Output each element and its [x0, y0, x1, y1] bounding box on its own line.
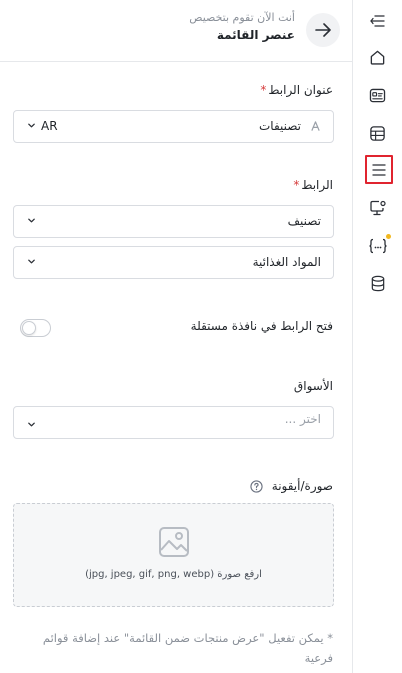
markets-placeholder: اختر ...	[284, 412, 321, 426]
text-icon	[311, 121, 320, 131]
panel-header: أنت الآن تقوم بتخصيص عنصر القائمة	[0, 0, 352, 62]
upload-hint: ارفع صورة (jpg, jpeg, gif, png, webp)	[85, 569, 262, 580]
markets-label: الأسواق	[293, 379, 333, 393]
link-title-input[interactable]: تصنيفات	[259, 119, 301, 133]
header-subtitle: أنت الآن تقوم بتخصيص	[189, 11, 295, 24]
chevron-down-icon	[28, 422, 35, 427]
layout-icon[interactable]	[364, 120, 391, 147]
link-target-value: المواد الغذائية	[252, 255, 321, 269]
image-upload-area[interactable]: ارفع صورة (jpg, jpeg, gif, png, webp)	[13, 503, 334, 607]
collapse-menu-icon[interactable]	[364, 7, 391, 34]
new-window-label: فتح الرابط في نافذة مستقلة	[190, 319, 333, 333]
back-button[interactable]	[306, 13, 340, 47]
header-title: عنصر القائمة	[216, 28, 295, 42]
menu-lines-icon[interactable]	[365, 155, 393, 184]
required-mark: *	[293, 178, 300, 192]
link-title-field[interactable]: AR تصنيفات	[13, 110, 334, 143]
link-label-text: الرابط	[301, 178, 333, 192]
database-icon[interactable]	[364, 270, 391, 297]
id-card-icon[interactable]	[364, 82, 391, 109]
monitor-settings-icon[interactable]	[364, 194, 391, 221]
chevron-down-icon	[28, 259, 35, 264]
required-mark: *	[260, 83, 267, 97]
markets-select[interactable]: اختر ...	[13, 406, 334, 439]
help-icon[interactable]	[250, 480, 263, 493]
chevron-down-icon	[28, 123, 35, 128]
link-title-label-text: عنوان الرابط	[268, 83, 333, 97]
footnote: * يمكن تفعيل "عرض منتجات ضمن القائمة" عن…	[42, 631, 333, 665]
image-icon	[159, 527, 189, 557]
link-label: الرابط*	[293, 178, 333, 192]
link-title-label: عنوان الرابط*	[260, 83, 333, 97]
language-selector[interactable]: AR	[41, 119, 58, 133]
link-target-select[interactable]: المواد الغذائية	[13, 246, 334, 279]
home-icon[interactable]	[364, 44, 391, 71]
link-type-select[interactable]: تصنيف	[13, 205, 334, 238]
notification-badge	[386, 234, 391, 239]
customize-panel: أنت الآن تقوم بتخصيص عنصر القائمة عنوان …	[0, 0, 353, 673]
chevron-down-icon	[28, 218, 35, 223]
image-label: صورة/أيقونة	[271, 479, 333, 493]
arrow-right-icon	[315, 23, 331, 37]
link-type-value: تصنيف	[287, 214, 321, 228]
toggle-knob	[22, 321, 36, 335]
new-window-toggle[interactable]	[20, 319, 51, 337]
